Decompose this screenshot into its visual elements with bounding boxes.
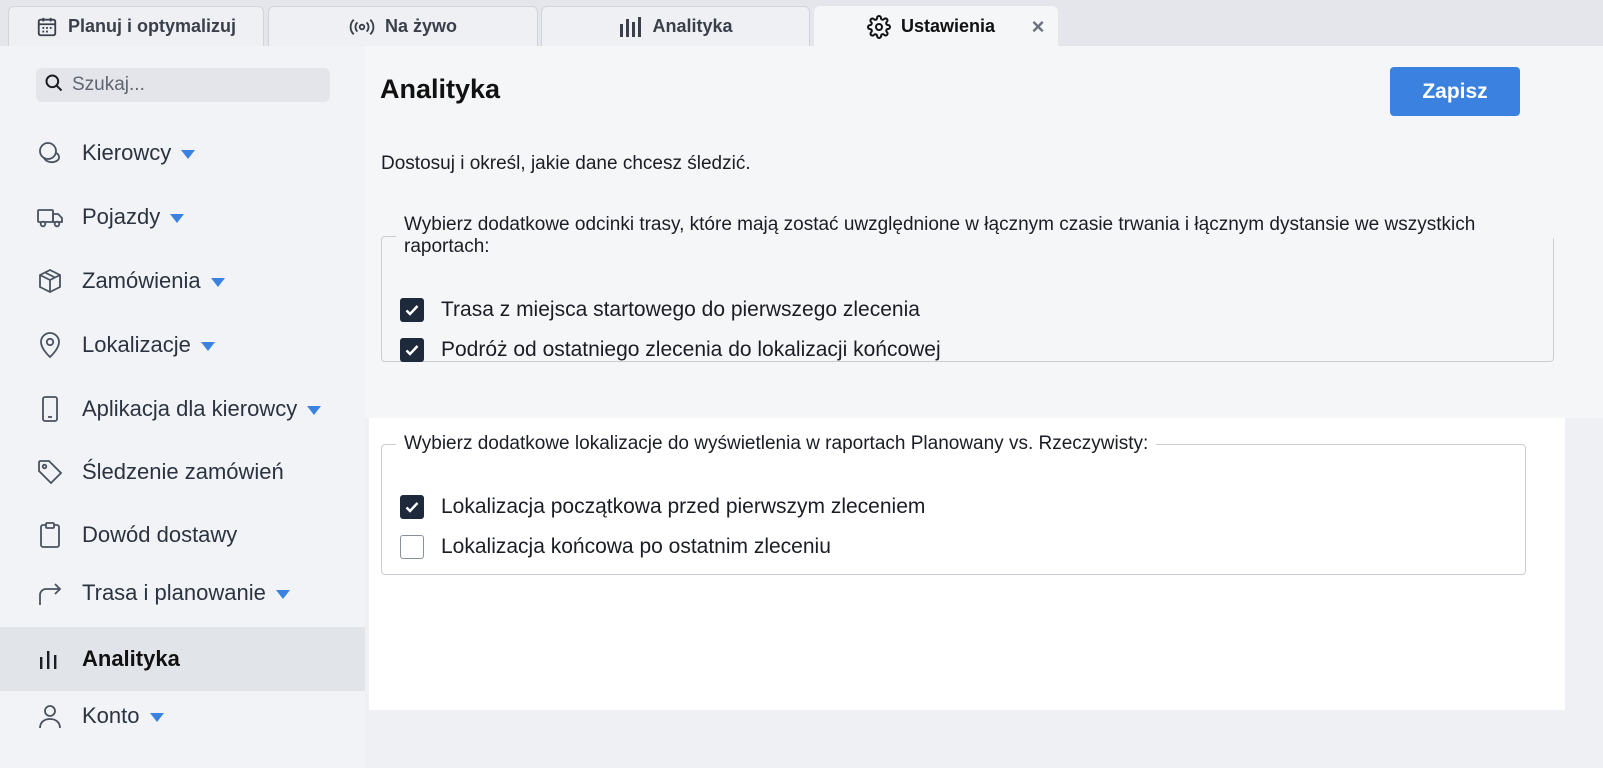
option-label: Trasa z miejsca startowego do pierwszego… [441, 298, 920, 321]
chevron-down-icon [181, 149, 196, 159]
tab-label: Planuj i optymalizuj [67, 16, 237, 36]
checkbox-checked[interactable] [400, 338, 424, 362]
sidebar-item-label: Zamówienia [82, 268, 201, 293]
chevron-down-icon [200, 341, 215, 351]
option-start-location[interactable]: Lokalizacja początkowa przed pierwszym z… [400, 495, 925, 519]
checkbox-checked[interactable] [400, 495, 424, 519]
sidebar-item-analityka[interactable]: Analityka [0, 627, 365, 691]
sidebar-item-label: Kierowcy [82, 140, 172, 165]
option-last-order-to-end[interactable]: Podróż od ostatniego zlecenia do lokaliz… [400, 338, 941, 362]
sidebar-item-sledzenie[interactable]: Śledzenie zamówień [0, 442, 365, 502]
sidebar-item-label: Pojazdy [82, 204, 161, 229]
option-label: Podróż od ostatniego zlecenia do lokaliz… [441, 338, 941, 361]
tab-planuj[interactable]: Planuj i optymalizuj [8, 6, 264, 46]
chevron-down-icon [170, 213, 185, 223]
gear-icon [867, 14, 891, 39]
phone-icon [36, 395, 64, 423]
chevron-down-icon [275, 589, 290, 599]
truck-icon [36, 203, 64, 231]
option-end-location[interactable]: Lokalizacja końcowa po ostatnim zleceniu [400, 535, 831, 559]
tab-label: Ustawienia [901, 16, 996, 36]
package-icon [36, 267, 64, 295]
tab-ustawienia[interactable]: Ustawienia × [814, 6, 1058, 46]
bar-chart-icon [618, 16, 642, 38]
user-icon [36, 702, 64, 730]
sidebar-item-kierowcy[interactable]: Kierowcy [0, 123, 365, 183]
analytics-icon [36, 645, 64, 673]
page-title: Analityka [380, 74, 501, 104]
chevron-down-icon [210, 277, 225, 287]
sidebar-item-aplikacja[interactable]: Aplikacja dla kierowcy [0, 379, 365, 439]
option-label: Lokalizacja początkowa przed pierwszym z… [441, 495, 926, 518]
sidebar-item-trasa[interactable]: Trasa i planowanie [0, 563, 365, 623]
sidebar-item-label: Aplikacja dla kierowcy [82, 396, 298, 421]
close-icon[interactable]: × [1027, 14, 1049, 39]
checkbox-unchecked[interactable] [400, 535, 424, 559]
checkbox-checked[interactable] [400, 298, 424, 322]
sidebar-item-label: Trasa i planowanie [82, 580, 266, 605]
search-input[interactable] [72, 74, 312, 96]
sidebar-item-pojazdy[interactable]: Pojazdy [0, 187, 365, 247]
option-label: Lokalizacja końcowa po ostatnim zleceniu [441, 535, 831, 558]
page-subtitle: Dostosuj i określ, jakie dane chcesz śle… [381, 153, 751, 174]
calendar-icon [36, 16, 58, 38]
group-legend: Wybierz dodatkowe odcinki trasy, które m… [404, 214, 1476, 257]
tab-label: Analityka [652, 16, 733, 36]
tab-label: Na żywo [384, 16, 458, 36]
drivers-icon [36, 139, 64, 167]
search-icon [44, 73, 64, 98]
save-button[interactable]: Zapisz [1390, 67, 1520, 116]
sidebar-item-zamowienia[interactable]: Zamówienia [0, 251, 365, 311]
map-pin-icon [36, 331, 64, 359]
planned-vs-actual-group: Wybierz dodatkowe lokalizacje do wyświet… [381, 433, 1526, 575]
sidebar-item-label: Śledzenie zamówień [82, 459, 284, 484]
tab-na-zywo[interactable]: Na żywo [268, 6, 538, 46]
group-legend: Wybierz dodatkowe lokalizacje do wyświet… [404, 433, 1149, 454]
sidebar-item-label: Lokalizacje [82, 332, 191, 357]
broadcast-icon [349, 16, 375, 38]
sidebar-item-konto[interactable]: Konto [0, 686, 365, 746]
tag-icon [36, 458, 64, 486]
sidebar: Kierowcy Pojazdy Zamówienia Lokalizacje … [0, 46, 365, 768]
chevron-down-icon [149, 712, 164, 722]
sidebar-item-lokalizacje[interactable]: Lokalizacje [0, 315, 365, 375]
search-box[interactable] [36, 68, 330, 102]
chevron-down-icon [307, 405, 322, 415]
sidebar-item-dowod[interactable]: Dowód dostawy [0, 505, 365, 565]
route-arrow-icon [36, 579, 64, 607]
sidebar-item-label: Dowód dostawy [82, 522, 238, 547]
sidebar-item-label: Konto [82, 703, 140, 728]
route-segments-group: Wybierz dodatkowe odcinki trasy, które m… [381, 214, 1554, 362]
tab-analityka[interactable]: Analityka [541, 6, 810, 46]
tab-bar: Planuj i optymalizuj Na żywo Analityka U… [0, 0, 1603, 46]
sidebar-item-label: Analityka [82, 646, 180, 671]
option-start-to-first-order[interactable]: Trasa z miejsca startowego do pierwszego… [400, 298, 920, 322]
clipboard-icon [36, 521, 64, 549]
